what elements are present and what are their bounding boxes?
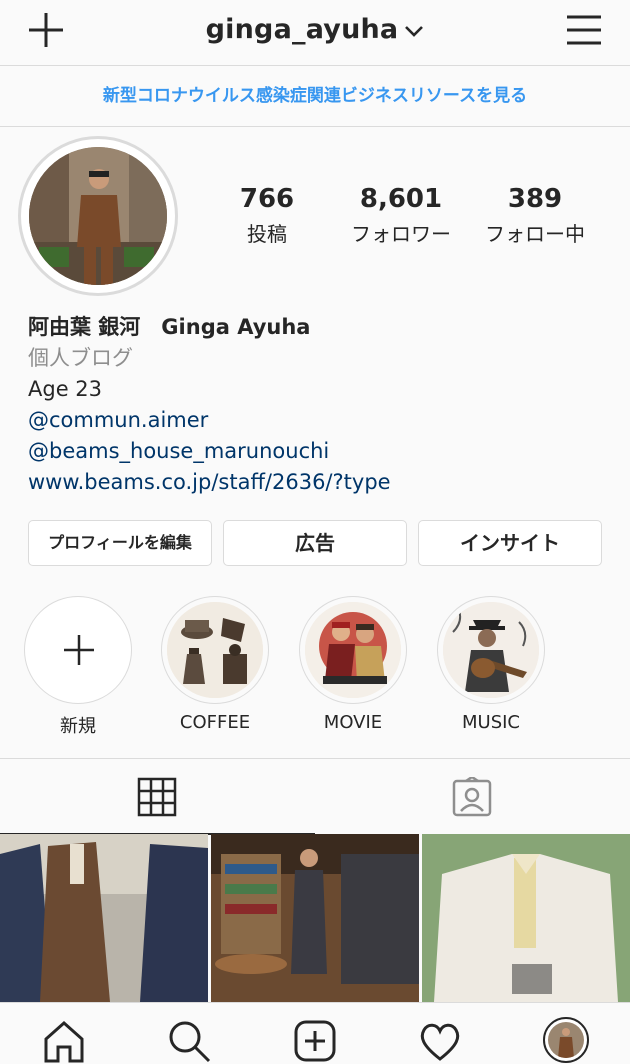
highlight-ring xyxy=(299,596,407,704)
account-switcher[interactable]: ginga_ayuha xyxy=(0,14,630,45)
bottom-navigation-bar xyxy=(0,1002,630,1064)
posts-grid xyxy=(0,834,630,1002)
highlight-label: 新規 xyxy=(60,716,96,737)
bio-text-line: Age 23 xyxy=(28,377,103,401)
menu-icon[interactable] xyxy=(564,10,604,50)
covid-resources-link[interactable]: 新型コロナウイルス感染症関連ビジネスリソースを見る xyxy=(0,67,630,127)
post-thumbnail[interactable] xyxy=(422,834,630,1002)
profile-avatar-ring[interactable] xyxy=(18,136,178,296)
profile-bio: 阿由葉 銀河 Ginga Ayuha 個人ブログ Age 23 @commun.… xyxy=(28,312,608,498)
covid-resources-text: 新型コロナウイルス感染症関連ビジネスリソースを見る xyxy=(102,86,528,106)
following-count[interactable]: 389 フォロー中 xyxy=(470,184,600,247)
highlight-ring xyxy=(161,596,269,704)
grid-icon[interactable] xyxy=(137,777,177,817)
following-count-label: フォロー中 xyxy=(485,222,585,246)
following-count-value: 389 xyxy=(507,184,563,214)
highlight-label: MOVIE xyxy=(323,712,383,733)
followers-count-label: フォロワー xyxy=(351,222,451,246)
highlight-movie-image xyxy=(305,602,401,698)
highlight-movie[interactable]: MOVIE xyxy=(299,596,407,733)
profile-category: 個人ブログ xyxy=(28,346,133,370)
new-post-icon[interactable] xyxy=(293,1019,337,1063)
posts-count-label: 投稿 xyxy=(247,222,287,246)
post-thumbnail[interactable] xyxy=(211,834,419,1002)
plus-icon xyxy=(64,635,94,665)
bio-mention-link[interactable]: @beams_house_marunouchi xyxy=(28,436,608,467)
edit-profile-button[interactable]: プロフィールを編集 xyxy=(28,520,212,566)
highlight-music[interactable]: MUSIC xyxy=(437,596,545,733)
highlight-music-image xyxy=(443,602,539,698)
profile-website-link[interactable]: www.beams.co.jp/staff/2636/?type xyxy=(28,467,608,498)
highlight-new-ring xyxy=(24,596,132,704)
highlight-coffee[interactable]: COFFEE xyxy=(161,596,269,733)
highlight-label: MUSIC xyxy=(461,712,520,733)
followers-count-value: 8,601 xyxy=(359,184,443,214)
profile-tabs xyxy=(0,758,630,835)
highlight-label: COFFEE xyxy=(179,712,251,733)
profile-avatar xyxy=(29,147,167,285)
chevron-down-icon xyxy=(405,25,424,37)
bio-mention-link[interactable]: @commun.aimer xyxy=(28,405,608,436)
profile-full-name: 阿由葉 銀河 Ginga Ayuha xyxy=(28,315,311,339)
profile-avatar[interactable] xyxy=(543,1017,589,1063)
ads-button[interactable]: 広告 xyxy=(223,520,407,566)
posts-count-value: 766 xyxy=(239,184,295,214)
search-icon[interactable] xyxy=(167,1019,211,1063)
activity-heart-icon[interactable] xyxy=(418,1019,462,1063)
tagged-icon[interactable] xyxy=(452,777,492,817)
post-thumbnail[interactable] xyxy=(0,834,208,1002)
home-icon[interactable] xyxy=(42,1019,86,1063)
followers-count[interactable]: 8,601 フォロワー xyxy=(336,184,466,247)
username-title: ginga_ayuha xyxy=(205,14,399,45)
insights-button[interactable]: インサイト xyxy=(418,520,602,566)
highlight-ring xyxy=(437,596,545,704)
highlight-new[interactable]: 新規 xyxy=(24,596,132,738)
highlight-coffee-image xyxy=(167,602,263,698)
posts-count: 766 投稿 xyxy=(202,184,332,247)
top-navigation-bar: ginga_ayuha xyxy=(0,0,630,66)
